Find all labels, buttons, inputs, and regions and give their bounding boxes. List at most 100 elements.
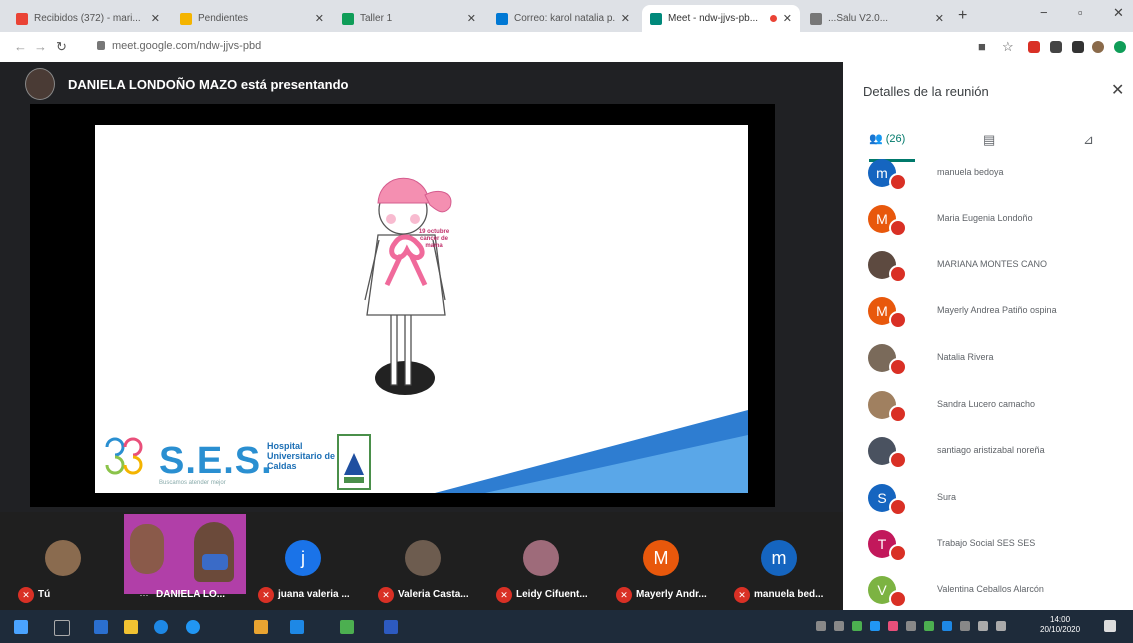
ie-icon[interactable]: [154, 620, 168, 634]
participant-tile[interactable]: ··· DANIELA LO...: [128, 512, 238, 610]
participant-tile[interactable]: ✕ Leidy Cifuent...: [488, 512, 598, 610]
close-icon[interactable]: ✕: [467, 12, 476, 25]
presenter-banner: DANIELA LONDOÑO MAZO está presentando: [68, 77, 349, 92]
list-item[interactable]: MARIANA MONTES CANO: [843, 248, 1133, 294]
mic-off-icon: ✕: [734, 587, 750, 603]
browser-tab[interactable]: Recibidos (372) - mari... ✕: [8, 5, 168, 32]
panel-title: Detalles de la reunión: [863, 84, 989, 99]
participant-tile[interactable]: j ✕ juana valeria ...: [250, 512, 360, 610]
skype-icon[interactable]: [290, 620, 304, 634]
tray-icon[interactable]: [924, 621, 934, 631]
avatar: M: [643, 540, 679, 576]
mic-off-icon: [889, 358, 907, 376]
extension-icon[interactable]: [1114, 41, 1126, 53]
list-item[interactable]: M Mayerly Andrea Patiño ospina: [843, 294, 1133, 340]
app-icon[interactable]: [384, 620, 398, 634]
profile-avatar[interactable]: [1092, 41, 1104, 53]
edge-icon[interactable]: [186, 620, 200, 634]
tab-title: ...Salu V2.0...: [828, 13, 889, 24]
list-item[interactable]: Natalia Rivera: [843, 341, 1133, 387]
participant-tile[interactable]: ✕ Valeria Casta...: [370, 512, 480, 610]
close-icon[interactable]: ✕: [783, 12, 792, 25]
new-tab-button[interactable]: +: [958, 7, 967, 25]
pink-bandana: [377, 177, 430, 204]
mic-off-icon: [889, 590, 907, 608]
meet-icon: [650, 12, 662, 25]
wifi-icon[interactable]: [996, 621, 1006, 631]
browser-tab[interactable]: Taller 1 ✕: [334, 5, 484, 32]
hospital-name: Hospital Universitario de Caldas: [267, 441, 336, 471]
browser-tab[interactable]: ...Salu V2.0... ✕: [802, 5, 952, 32]
list-item[interactable]: M Maria Eugenia Londoño: [843, 202, 1133, 248]
browser-tab[interactable]: Correo: karol natalia p... ✕: [488, 5, 638, 32]
system-clock[interactable]: 14:00 20/10/2020: [1040, 615, 1080, 635]
lock-icon: [97, 41, 105, 50]
participant-tile[interactable]: m ✕ manuela bed...: [726, 512, 836, 610]
close-icon[interactable]: ✕: [151, 12, 160, 25]
maximize-button[interactable]: ▫: [1078, 5, 1083, 20]
tab-title: Pendientes: [198, 13, 249, 24]
list-item[interactable]: Sandra Lucero camacho: [843, 388, 1133, 434]
extension-icon[interactable]: [1028, 41, 1040, 53]
browser-tab[interactable]: Pendientes ✕: [172, 5, 332, 32]
list-item[interactable]: S Sura: [843, 481, 1133, 527]
close-icon[interactable]: ✕: [621, 12, 630, 25]
participant-name: DANIELA LO...: [156, 589, 226, 600]
participant-tile[interactable]: ✕ Tú: [10, 512, 120, 610]
activities-icon[interactable]: ⊿: [1083, 132, 1094, 148]
mic-off-icon: [889, 405, 907, 423]
extension-icon[interactable]: [1050, 41, 1062, 53]
network-icon[interactable]: [960, 621, 970, 631]
mic-off-icon: [889, 265, 907, 283]
tray-icon[interactable]: [906, 621, 916, 631]
avatar: [405, 540, 441, 576]
recording-dot-icon: [769, 15, 777, 22]
browser-tab-active[interactable]: Meet - ndw-jjvs-pb... ✕: [642, 5, 800, 32]
participant-name: Tú: [38, 589, 51, 600]
windows-start-icon[interactable]: [14, 620, 28, 634]
close-icon[interactable]: ✕: [935, 12, 944, 25]
participant-name: Valeria Casta...: [398, 589, 469, 600]
chat-icon[interactable]: ▤: [983, 132, 995, 148]
notification-icon[interactable]: [1104, 620, 1116, 632]
tray-icon[interactable]: [888, 621, 898, 631]
back-icon[interactable]: ←: [14, 39, 27, 54]
forward-icon[interactable]: →: [34, 39, 47, 54]
tray-icon[interactable]: [870, 621, 880, 631]
participant-tile[interactable]: M ✕ Mayerly Andr...: [608, 512, 718, 610]
participant-name: Mayerly Andrea Patiño ospina: [937, 305, 1057, 315]
close-icon[interactable]: ✕: [315, 12, 324, 25]
app-icon[interactable]: [340, 620, 354, 634]
list-item[interactable]: santiago aristizabal noreña: [843, 434, 1133, 480]
mic-off-icon: [889, 219, 907, 237]
calculator-icon[interactable]: [94, 620, 108, 634]
presenter-avatar: [25, 68, 55, 100]
store-icon[interactable]: [124, 620, 138, 634]
list-item[interactable]: T Trabajo Social SES SES: [843, 527, 1133, 573]
list-item[interactable]: m manuela bedoya: [843, 159, 1133, 202]
tab-people[interactable]: 👥 (26): [869, 132, 905, 145]
star-icon[interactable]: ☆: [1002, 39, 1014, 55]
reload-icon[interactable]: ↻: [56, 39, 67, 55]
puzzle-icon[interactable]: [1072, 41, 1084, 53]
tray-icon[interactable]: [834, 621, 844, 631]
pink-bandana-knot: [424, 191, 452, 213]
url-field[interactable]: meet.google.com/ndw-jjvs-pbd: [112, 40, 261, 52]
mic-off-icon: ✕: [258, 587, 274, 603]
mic-off-icon: [889, 498, 907, 516]
mic-off-icon: [889, 544, 907, 562]
close-panel-button[interactable]: ✕: [1111, 80, 1124, 100]
close-window-button[interactable]: ✕: [1113, 5, 1124, 21]
more-options-icon[interactable]: ···: [136, 587, 152, 603]
tray-icon[interactable]: [942, 621, 952, 631]
sheets-icon: [342, 12, 354, 25]
chrome-icon[interactable]: [254, 620, 268, 634]
task-view-icon[interactable]: [54, 620, 70, 636]
camera-icon[interactable]: ■: [978, 39, 986, 54]
list-item[interactable]: V Valentina Ceballos Alarcón: [843, 573, 1133, 610]
tray-icon[interactable]: [852, 621, 862, 631]
minimize-button[interactable]: −: [1040, 5, 1048, 20]
tray-icon[interactable]: [816, 621, 826, 631]
volume-icon[interactable]: [978, 621, 988, 631]
tab-title: Recibidos (372) - mari...: [34, 13, 141, 24]
